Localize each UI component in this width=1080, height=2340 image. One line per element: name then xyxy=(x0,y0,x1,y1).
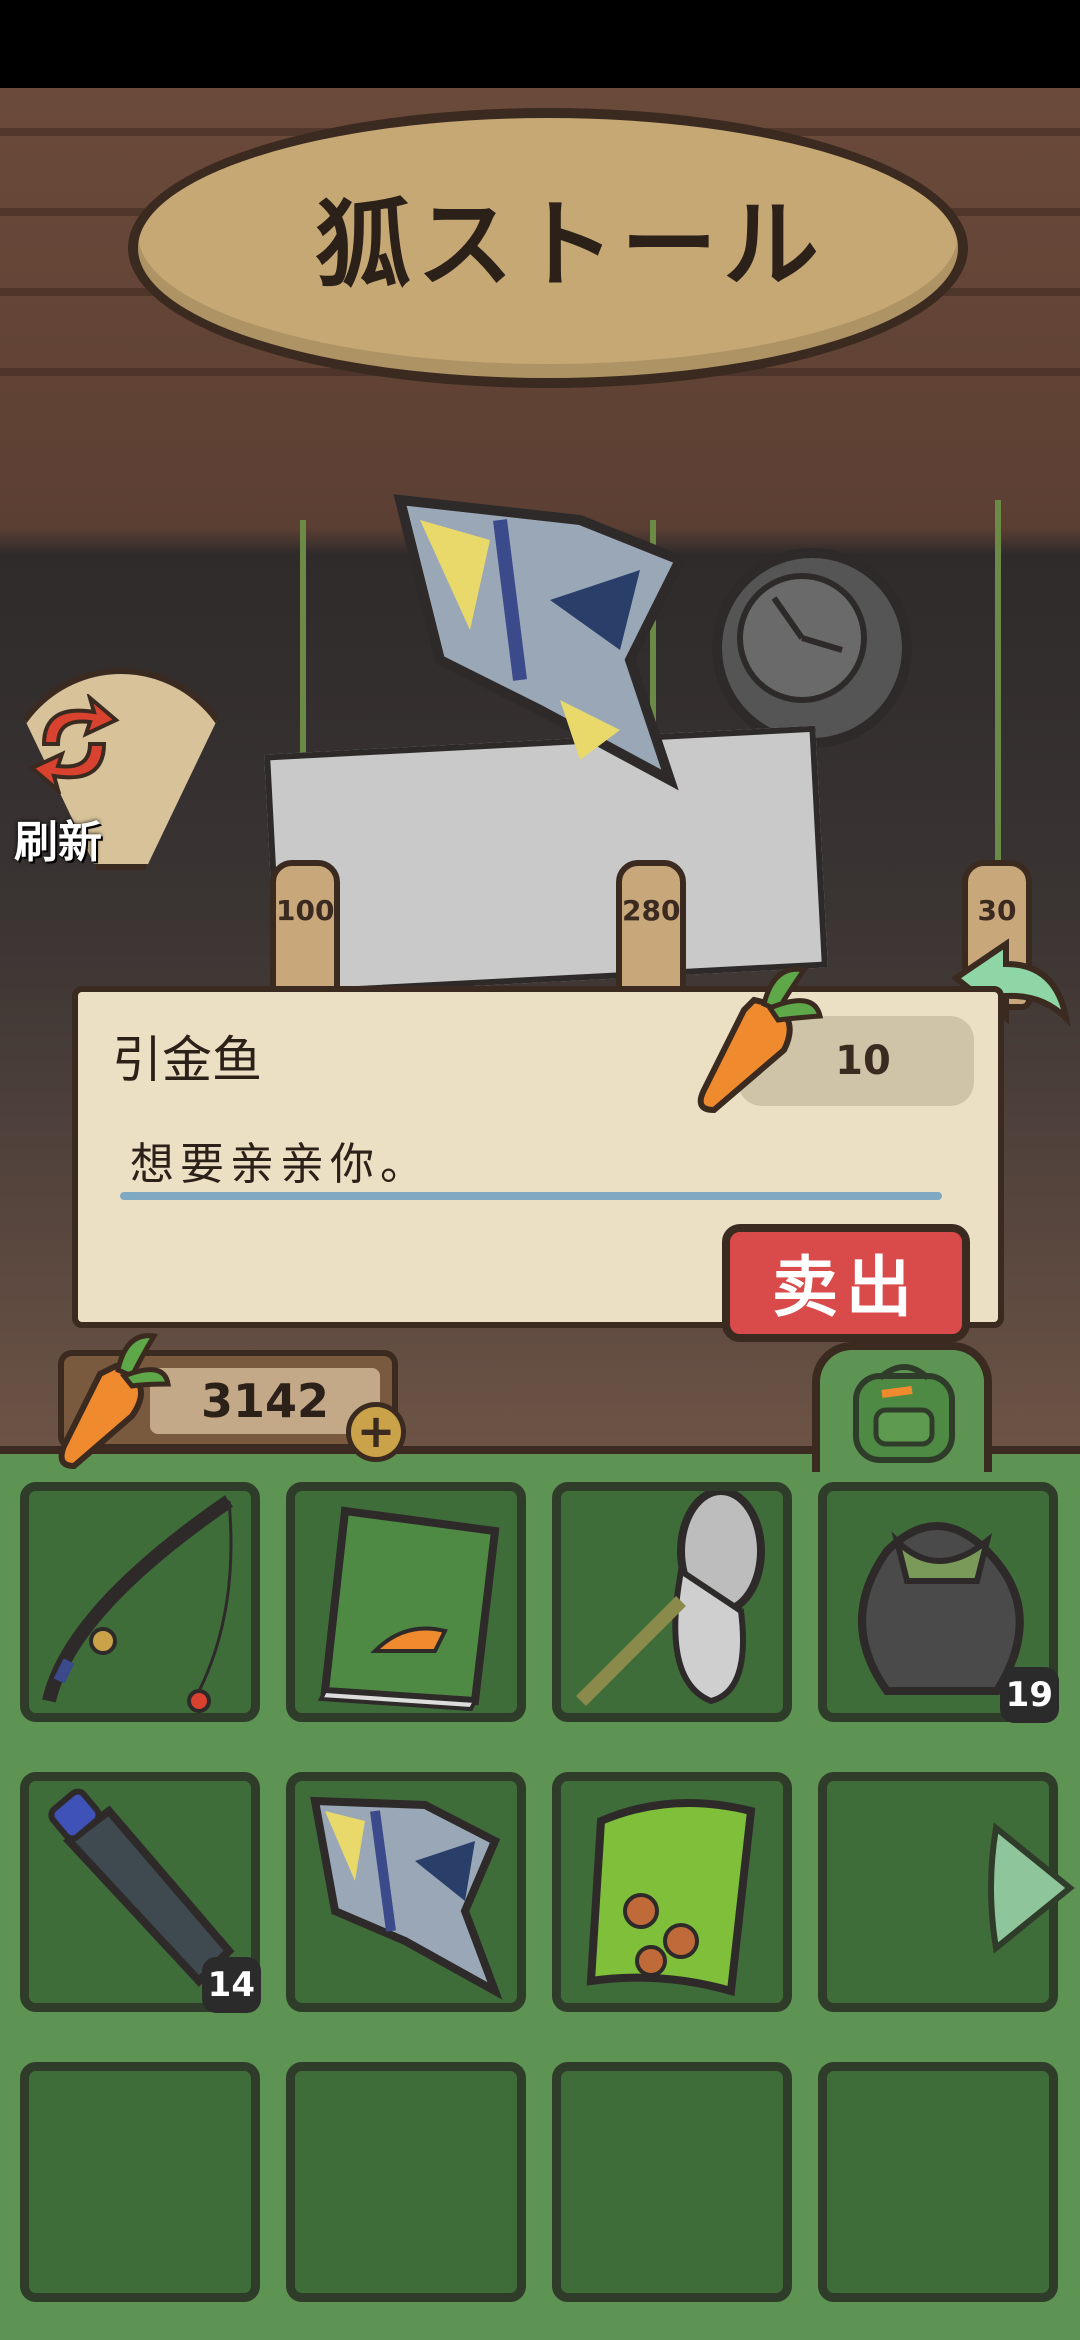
item-count: 19 xyxy=(999,1667,1059,1723)
book-icon xyxy=(317,1506,500,1712)
triggerfish-icon[interactable] xyxy=(380,480,700,800)
triggerfish-icon xyxy=(310,1796,503,2000)
clock-icon xyxy=(712,548,912,748)
inventory-slot[interactable]: 14 xyxy=(20,1772,261,2013)
next-page-arrow-icon[interactable] xyxy=(986,1818,1078,1958)
inventory-slot[interactable] xyxy=(552,2062,792,2302)
fishing-rod-icon xyxy=(42,1495,233,1713)
refresh-button[interactable]: 刷新 xyxy=(0,668,242,898)
inventory-slot[interactable] xyxy=(286,1772,526,2012)
backpack-tab[interactable] xyxy=(812,1342,992,1472)
add-carrots-button[interactable]: + xyxy=(346,1402,406,1462)
inventory-slot[interactable] xyxy=(818,2062,1058,2302)
bug-net-icon xyxy=(576,1491,765,1706)
carrot-icon xyxy=(58,1333,171,1470)
inventory-slot[interactable]: 19 xyxy=(818,1482,1059,1723)
backpack-icon xyxy=(853,1364,955,1463)
item-name: 引金鱼 xyxy=(112,1031,262,1089)
inventory-slot[interactable] xyxy=(286,1482,526,1722)
inventory-slot[interactable] xyxy=(20,2062,260,2302)
balance-value: 3142 xyxy=(200,1374,330,1428)
sell-button[interactable]: 卖出 xyxy=(722,1224,970,1342)
refresh-label: 刷新 xyxy=(14,817,102,868)
inventory-slot[interactable] xyxy=(286,2062,526,2302)
refresh-icon xyxy=(28,694,120,794)
snack-bag-icon xyxy=(586,1799,756,1997)
item-count: 14 xyxy=(201,1957,261,2013)
inventory-slot[interactable] xyxy=(552,1772,792,2012)
status-bar xyxy=(0,0,1080,88)
item-description: 想要亲亲你。 xyxy=(130,1139,430,1190)
shop-sign-text: 狐ストール xyxy=(315,189,825,301)
inventory-slot[interactable] xyxy=(552,1482,792,1722)
inventory-slot[interactable] xyxy=(20,1482,260,1722)
carrot-icon xyxy=(697,966,824,1114)
divider xyxy=(120,1192,942,1200)
rope xyxy=(995,500,1001,860)
